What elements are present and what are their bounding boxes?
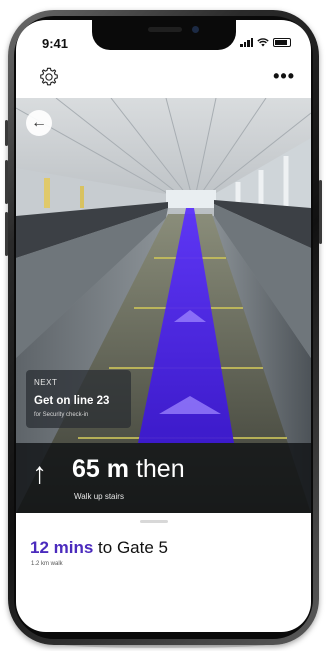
next-step-subtitle: for Security check-in: [34, 412, 89, 418]
instruction-subtitle: Walk up stairs: [74, 492, 124, 501]
eta-distance: 1.2 km walk: [31, 561, 63, 567]
instruction-text: 65 m then: [72, 455, 185, 484]
eta-summary: 12 mins to Gate 5: [30, 538, 168, 558]
status-time: 9:41: [42, 36, 69, 51]
arrow-left-icon: ←: [31, 114, 47, 131]
next-step-card[interactable]: NEXT Get on line 23 for Security check-i…: [26, 370, 131, 428]
instruction-banner: ↑ 65 m then Walk up stairs: [16, 443, 311, 513]
eta-minutes: 12 mins: [30, 538, 94, 557]
wifi-icon: [257, 38, 269, 47]
instruction-then: then: [135, 455, 185, 483]
next-step-title: Get on line 23: [34, 395, 110, 407]
more-options-button[interactable]: •••: [273, 66, 295, 87]
gear-icon[interactable]: [38, 66, 60, 88]
phone-screen: 9:41 ••• ← NEXT Get on line 23 for Secur…: [16, 20, 311, 632]
instruction-distance: 65 m: [72, 455, 129, 483]
back-button[interactable]: ←: [26, 110, 52, 136]
next-label: NEXT: [34, 378, 58, 387]
front-camera: [192, 26, 199, 33]
status-icons: [240, 38, 291, 47]
volume-up-button: [5, 160, 8, 204]
power-button: [319, 180, 322, 244]
notch: [92, 20, 236, 50]
eta-destination: to Gate 5: [98, 538, 168, 557]
arrow-up-icon: ↑: [32, 457, 47, 490]
signal-icon: [240, 38, 253, 47]
mute-switch: [5, 120, 8, 146]
battery-icon: [273, 38, 291, 47]
ar-camera-view: ← NEXT Get on line 23 for Security check…: [16, 98, 311, 513]
speaker-grille: [148, 27, 182, 32]
volume-down-button: [5, 212, 8, 256]
sheet-drag-handle[interactable]: [140, 520, 168, 523]
